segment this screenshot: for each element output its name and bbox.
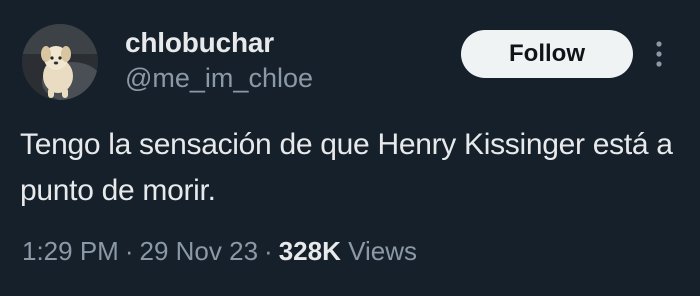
more-options-button[interactable] (648, 36, 670, 72)
tweet-time[interactable]: 1:29 PM (22, 236, 119, 266)
tweet-text: Tengo la sensación de que Henry Kissinge… (20, 128, 673, 207)
avatar-image (22, 24, 98, 100)
avatar[interactable] (22, 24, 98, 100)
follow-button[interactable]: Follow (461, 30, 633, 78)
more-vertical-icon (656, 41, 662, 67)
tweet-card: chlobuchar @me_im_chloe Follow Tengo la … (0, 0, 700, 296)
separator: · (124, 236, 134, 266)
tweet-date[interactable]: 29 Nov 23 (140, 236, 259, 266)
separator: · (264, 236, 273, 266)
user-handle[interactable]: @me_im_chloe (125, 62, 313, 94)
views-count: 328K (278, 236, 341, 266)
display-name[interactable]: chlobuchar (125, 26, 274, 60)
tweet-meta: 1:29 PM · 29 Nov 23 · 328K Views (22, 234, 417, 268)
views-label: Views (348, 236, 417, 266)
